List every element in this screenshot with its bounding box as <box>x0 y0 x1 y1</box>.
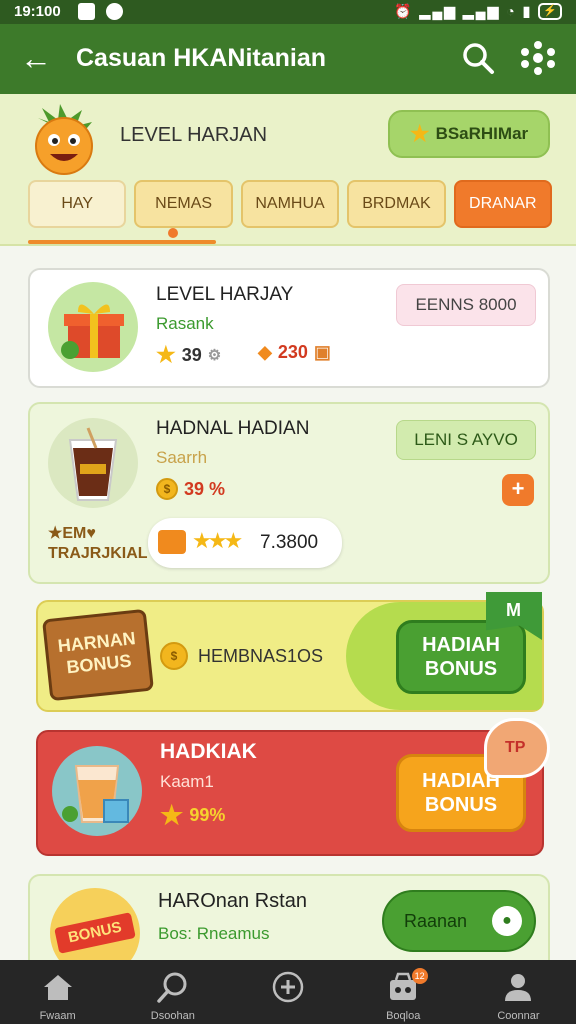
add-icon <box>272 971 304 1003</box>
gem-icon: ◆ <box>258 342 272 362</box>
percent-value: 99% <box>189 805 226 825</box>
banner-label: HEMBNAS1OS <box>198 646 324 666</box>
reward-pill[interactable]: EENNS 8000 <box>396 284 536 326</box>
mascot-avatar <box>35 104 93 175</box>
percent-stat: $ 39 % <box>156 478 225 500</box>
stars-stat: ★ 39 ⚙ <box>156 342 221 368</box>
nav-search-label: Dsoohan <box>150 1010 195 1022</box>
iced-drink-icon <box>52 746 142 836</box>
star-icon: ★ <box>409 121 430 146</box>
percent-stat: ★ 99% <box>160 800 225 831</box>
coin-icon: $ <box>156 478 178 500</box>
corner-hand-sticker: TP <box>484 718 550 778</box>
card-title: HADKIAK <box>160 740 257 763</box>
bonus-chip[interactable]: ★ BSaRHIMar <box>388 110 550 158</box>
event-tag: ★EM♥ TRAJRJKIAL <box>48 525 148 562</box>
bonus-banner[interactable]: HARNAN BONUS $ HEMBNAS1OS HADIAH BONUS M <box>36 592 544 712</box>
nav-home[interactable]: Fwaam <box>0 960 115 1024</box>
progress-dot <box>168 228 178 238</box>
nav-home-label: Fwaam <box>39 1010 76 1022</box>
image-notification-icon <box>78 3 95 20</box>
nav-profile-label: Coonnar <box>497 1010 540 1022</box>
tab-nemas[interactable]: NEMAS <box>134 180 233 228</box>
card-subtitle: Rasank <box>156 314 214 333</box>
battery-icon: ⚡ <box>538 3 562 20</box>
bonus-chip-label: BSaRHIMar <box>435 124 529 143</box>
status-icons: ⏰ ▂▄▆ ▂▄▆ ◔ ▮ ⚡ <box>394 3 562 20</box>
add-button[interactable]: + <box>502 474 534 506</box>
gift-icon <box>48 282 138 372</box>
app-title: Casuan HKANitanian <box>76 44 327 72</box>
nav-profile[interactable]: Coonnar <box>461 960 576 1024</box>
chest-icon <box>158 530 186 554</box>
card-title: HADNAL HADIAN <box>156 418 310 439</box>
tab-dranar[interactable]: DRANAR <box>453 180 553 228</box>
wooden-bonus-sign: HARNAN BONUS <box>41 608 155 702</box>
back-arrow-icon[interactable]: ← <box>20 38 52 78</box>
home-icon <box>43 975 72 1000</box>
level-card[interactable]: LEVEL HARJAY Rasank ★ 39 ⚙ ◆ 230 ▣ EENNS… <box>28 268 550 388</box>
status-bar: 19:100 ⏰ ▂▄▆ ▂▄▆ ◔ ▮ ⚡ <box>0 0 576 24</box>
bottom-nav: Fwaam Dsoohan 12 Boqloa Coonnar <box>0 960 576 1024</box>
level-header: LEVEL HARJAN ★ BSaRHIMar HAY NEMAS NAMHU… <box>0 94 576 246</box>
raanan-button[interactable]: Raanan ● <box>382 890 536 952</box>
reward-pill[interactable]: LENI S AYVO <box>396 420 536 460</box>
card-subtitle: Bos: Rneamus <box>158 924 270 943</box>
search-icon <box>157 972 187 1003</box>
star-icon: ★ <box>160 800 184 830</box>
level-progress-bar <box>28 228 216 244</box>
level-tabs: HAY NEMAS NAMHUA BRDMAK DRANAR <box>28 180 553 228</box>
settings-icon[interactable] <box>520 40 556 76</box>
combo-stat-pill: ★★★ 7.3800 <box>148 518 342 568</box>
raanan-button-label: Raanan <box>404 911 468 931</box>
hadiah-bonus-button[interactable]: HADIAH BONUS <box>396 620 526 694</box>
card-title: HAROnan Rstan <box>158 890 307 912</box>
star-icon: ★ <box>156 342 176 367</box>
app-bar: ← Casuan HKANitanian <box>0 24 576 94</box>
level-title: LEVEL HARJAN <box>120 124 268 146</box>
nav-cart-label: Boqloa <box>386 1010 421 1022</box>
combo-value: 7.3800 <box>260 532 319 553</box>
alert-notification-icon <box>106 3 123 20</box>
nav-search[interactable]: Dsoohan <box>115 960 230 1024</box>
card-title: LEVEL HARJAY <box>156 284 294 305</box>
three-stars-icon: ★★★ <box>192 528 243 553</box>
hadkiak-banner[interactable]: HADKIAK Kaam1 ★ 99% HADIAH BONUS TP <box>36 718 550 856</box>
cart-badge: 12 <box>411 968 428 984</box>
arrow-circle-icon: ● <box>492 906 522 936</box>
stars-value: 39 <box>181 344 202 365</box>
coins-icon: ⚙ <box>207 347 222 364</box>
percent-value: 39 % <box>184 478 226 499</box>
search-icon[interactable] <box>460 40 496 76</box>
chocolate-drink-icon <box>48 418 138 508</box>
chest-icon: ▣ <box>313 342 331 362</box>
nav-cart[interactable]: 12 Boqloa <box>346 960 461 1024</box>
profile-icon <box>505 974 532 1001</box>
tab-brdmak[interactable]: BRDMAK <box>347 180 446 228</box>
card-subtitle: Kaam1 <box>160 772 214 791</box>
gems-stat: ◆ 230 ▣ <box>258 342 331 363</box>
card-subtitle: Saarrh <box>156 448 208 467</box>
tab-namhua[interactable]: NAMHUA <box>240 180 340 228</box>
banner-coin-icon: $ <box>160 642 188 670</box>
bonus-badge-label: BONUS <box>54 912 136 954</box>
nav-add[interactable] <box>230 960 345 1024</box>
gems-value: 230 <box>277 342 308 362</box>
tab-hay[interactable]: HAY <box>28 180 127 228</box>
status-time: 19:100 <box>14 3 61 20</box>
drink-card[interactable]: HADNAL HADIAN Saarrh $ 39 % LENI S AYVO … <box>28 402 550 584</box>
